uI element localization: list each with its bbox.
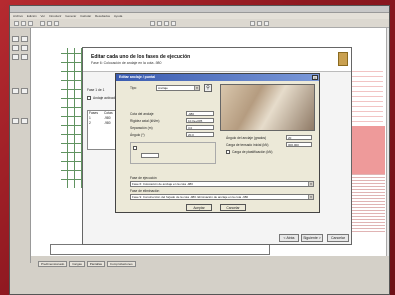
fase-ejecucion-value: Fase 6: Colocación de anclaje en la cota… xyxy=(132,182,193,186)
next-button[interactable]: Siguiente > xyxy=(301,234,323,242)
vertical-scrollbar[interactable] xyxy=(386,28,389,256)
toolbar-save-icon[interactable] xyxy=(28,21,33,26)
plastificacion-checkbox[interactable] xyxy=(226,150,230,154)
toolbar-new-icon[interactable] xyxy=(14,21,19,26)
list-header-cotas: Cotas xyxy=(104,111,113,115)
toolbar-grid-icon[interactable] xyxy=(157,21,162,26)
wizard-cancel-button[interactable]: Cancelar xyxy=(327,234,349,242)
field-label-rigidez: Rigidez axial (kN/m) xyxy=(130,119,160,123)
tool-edit-icon[interactable] xyxy=(21,118,28,124)
title-bar xyxy=(10,6,389,13)
tool-anchor-icon[interactable] xyxy=(21,45,28,51)
bottom-tabs: Predimensionado Cargas Pantallas Comprob… xyxy=(38,261,137,267)
wizard-title: Editar cada uno de los fases de ejecució… xyxy=(91,54,191,60)
toolbar-print-icon[interactable] xyxy=(171,21,176,26)
option-input[interactable] xyxy=(141,153,159,158)
tab-cargas[interactable]: Cargas xyxy=(69,261,85,267)
tipo-label: Tipo xyxy=(130,86,137,90)
tipo-value: Anclaje xyxy=(158,86,168,90)
plastificacion-label: Carga de plastificación (kN) xyxy=(232,150,273,154)
tab-comprobaciones[interactable]: Comprobaciones xyxy=(106,261,136,267)
fase-ejecucion-label: Fase de ejecución xyxy=(130,176,157,180)
tool-draw-icon[interactable] xyxy=(12,36,19,42)
tool-strut-icon[interactable] xyxy=(12,54,19,60)
toolbar-help-icon[interactable] xyxy=(264,21,269,26)
accept-button[interactable]: Aceptar xyxy=(186,204,212,211)
fase-eliminacion-value: Fase 9: Construcción del forjado de la c… xyxy=(132,195,249,199)
field-input-angulo[interactable]: 20.0 xyxy=(186,132,214,137)
back-button[interactable]: < Atrás xyxy=(279,234,299,242)
list-row-cota[interactable]: -980 xyxy=(104,116,111,120)
edit-anchor-dialog: Editar anclaje / puntal × Tipo Anclaje ▾… xyxy=(115,73,320,213)
toolbar-view-icon[interactable] xyxy=(150,21,155,26)
tool-water-icon[interactable] xyxy=(21,88,28,94)
left-toolbox xyxy=(10,28,31,263)
fase-eliminacion-select[interactable]: Fase 9: Construcción del forjado de la c… xyxy=(130,194,314,200)
list-row-phase[interactable]: 1 xyxy=(89,116,91,120)
search-icon[interactable]: ⚲ xyxy=(204,84,212,92)
list-header-fases: Fases xyxy=(89,111,98,115)
toolbar-open-icon[interactable] xyxy=(21,21,26,26)
option-checkbox[interactable] xyxy=(133,146,137,150)
tool-wall-icon[interactable] xyxy=(12,45,19,51)
field-input-separacion[interactable]: 3.0 xyxy=(186,125,214,130)
right-input-tensado[interactable]: 000.000 xyxy=(286,142,312,147)
chevron-down-icon: ▾ xyxy=(308,182,313,186)
dialog-cancel-button[interactable]: Cancelar xyxy=(220,204,246,211)
tool-load-icon[interactable] xyxy=(21,54,28,60)
tipo-select[interactable]: Anclaje ▾ xyxy=(156,85,200,91)
field-input-rigidez[interactable]: 10.0e+005 xyxy=(186,118,214,123)
wizard-subtitle: Fase 6: Colocación de andaje en la cota … xyxy=(91,61,162,65)
toolbar-calc-icon[interactable] xyxy=(250,21,255,26)
right-label-angulo: Ángulo del anclaje (grados) xyxy=(226,136,267,140)
list-row-phase[interactable]: 2 xyxy=(89,121,91,125)
wizard-header: Editar cada uno de los fases de ejecució… xyxy=(83,48,351,72)
toolbar-select-icon[interactable] xyxy=(54,21,59,26)
tool-phase-icon[interactable] xyxy=(12,118,19,124)
toolbar-zoom-icon[interactable] xyxy=(40,21,45,26)
field-input-cota[interactable]: -980 xyxy=(186,111,214,116)
wizard-document-icon xyxy=(338,52,348,66)
main-toolbar xyxy=(10,19,389,28)
chevron-down-icon: ▾ xyxy=(194,86,199,90)
command-field[interactable] xyxy=(50,244,270,255)
anchor-photo xyxy=(220,84,315,131)
toolbar-layer-icon[interactable] xyxy=(164,21,169,26)
andaje-label: Andaje activado xyxy=(93,96,117,100)
list-row-cota[interactable]: -980 xyxy=(104,121,111,125)
field-label-angulo: Ángulo (º) xyxy=(130,133,145,137)
fase-eliminacion-label: Fase de eliminación xyxy=(130,189,160,193)
close-icon[interactable]: × xyxy=(312,75,318,80)
right-label-tensado: Carga de tensado inicial (kN) xyxy=(226,143,269,147)
dialog-title: Editar anclaje / puntal xyxy=(116,74,319,81)
tool-soil-icon[interactable] xyxy=(12,88,19,94)
toolbar-results-icon[interactable] xyxy=(257,21,262,26)
toolbar-pan-icon[interactable] xyxy=(47,21,52,26)
chevron-down-icon: ▾ xyxy=(308,195,313,199)
wizard-step-label: Fase 1 de 1 xyxy=(87,88,105,92)
tab-predimensionado[interactable]: Predimensionado xyxy=(38,261,68,267)
field-label-cota: Cota del anclaje xyxy=(130,112,154,116)
right-input-angulo[interactable]: 20 xyxy=(286,135,312,140)
tab-pantallas[interactable]: Pantallas xyxy=(86,261,106,267)
fase-ejecucion-select[interactable]: Fase 6: Colocación de anclaje en la cota… xyxy=(130,181,314,187)
field-label-separacion: Separación (m) xyxy=(130,126,153,130)
tool-line-icon[interactable] xyxy=(21,36,28,42)
andaje-checkbox[interactable] xyxy=(87,96,91,100)
options-group xyxy=(130,142,216,164)
